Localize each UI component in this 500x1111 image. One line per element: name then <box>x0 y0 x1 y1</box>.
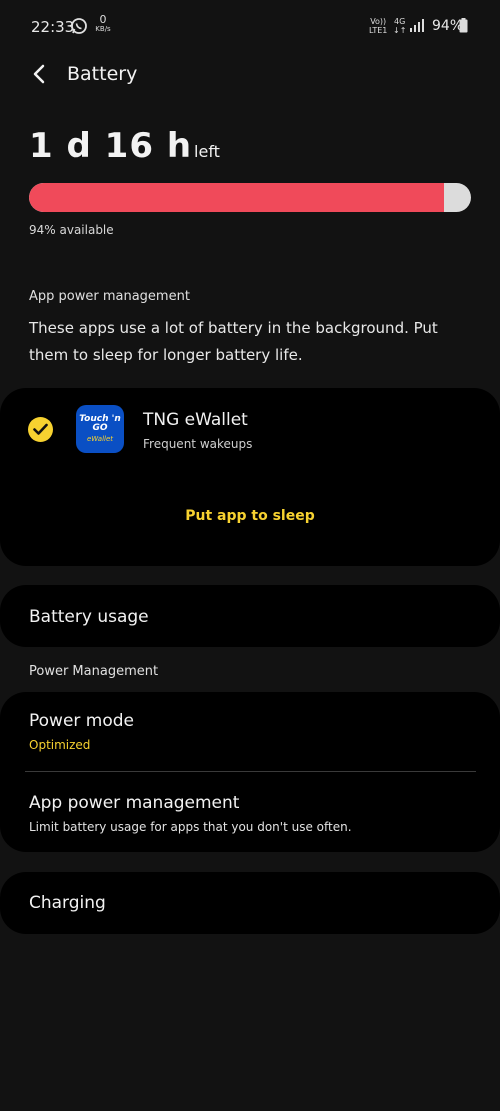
app-power-management-label[interactable]: App power management <box>29 793 239 813</box>
battery-icon <box>459 18 468 33</box>
page-title: Battery <box>67 63 138 85</box>
check-icon <box>33 423 48 435</box>
divider <box>25 771 476 772</box>
back-arrow-icon[interactable] <box>28 62 52 86</box>
app-checkbox[interactable] <box>28 417 53 442</box>
battery-usage-label: Battery usage <box>29 607 149 627</box>
app-power-management-heading: App power management <box>29 289 190 304</box>
status-time: 22:33 <box>31 18 75 36</box>
sleeping-apps-card <box>0 388 500 566</box>
battery-level-bar <box>29 183 471 212</box>
power-mode-label[interactable]: Power mode <box>29 711 134 731</box>
time-remaining: 1 d 16 h left <box>29 126 220 166</box>
battery-level-fill <box>29 183 445 212</box>
app-power-management-description: These apps use a lot of battery in the b… <box>29 319 438 364</box>
app-detail: Frequent wakeups <box>143 437 253 451</box>
status-bar: 22:33 0 KB/s Vo)) LTE1 4G ↓↑ 94% <box>0 0 500 56</box>
put-app-to-sleep-button[interactable]: Put app to sleep <box>150 508 350 524</box>
signal-icon <box>410 19 424 32</box>
app-name: TNG eWallet <box>143 410 248 430</box>
tng-ewallet-app-icon: Touch 'n GO eWallet <box>76 405 124 453</box>
time-remaining-suffix: left <box>194 142 220 161</box>
time-remaining-value: 1 d 16 h <box>29 126 193 166</box>
power-management-heading: Power Management <box>29 664 159 679</box>
charging-label: Charging <box>29 893 106 913</box>
net-speed: 0 KB/s <box>95 13 111 33</box>
whatsapp-icon <box>71 18 87 34</box>
network-type-indicator: 4G ↓↑ <box>393 17 407 35</box>
app-power-management-sublabel: Limit battery usage for apps that you do… <box>29 820 352 834</box>
battery-available-text: 94% available <box>29 223 114 237</box>
volte-indicator: Vo)) LTE1 <box>369 17 388 35</box>
power-mode-value: Optimized <box>29 738 91 752</box>
